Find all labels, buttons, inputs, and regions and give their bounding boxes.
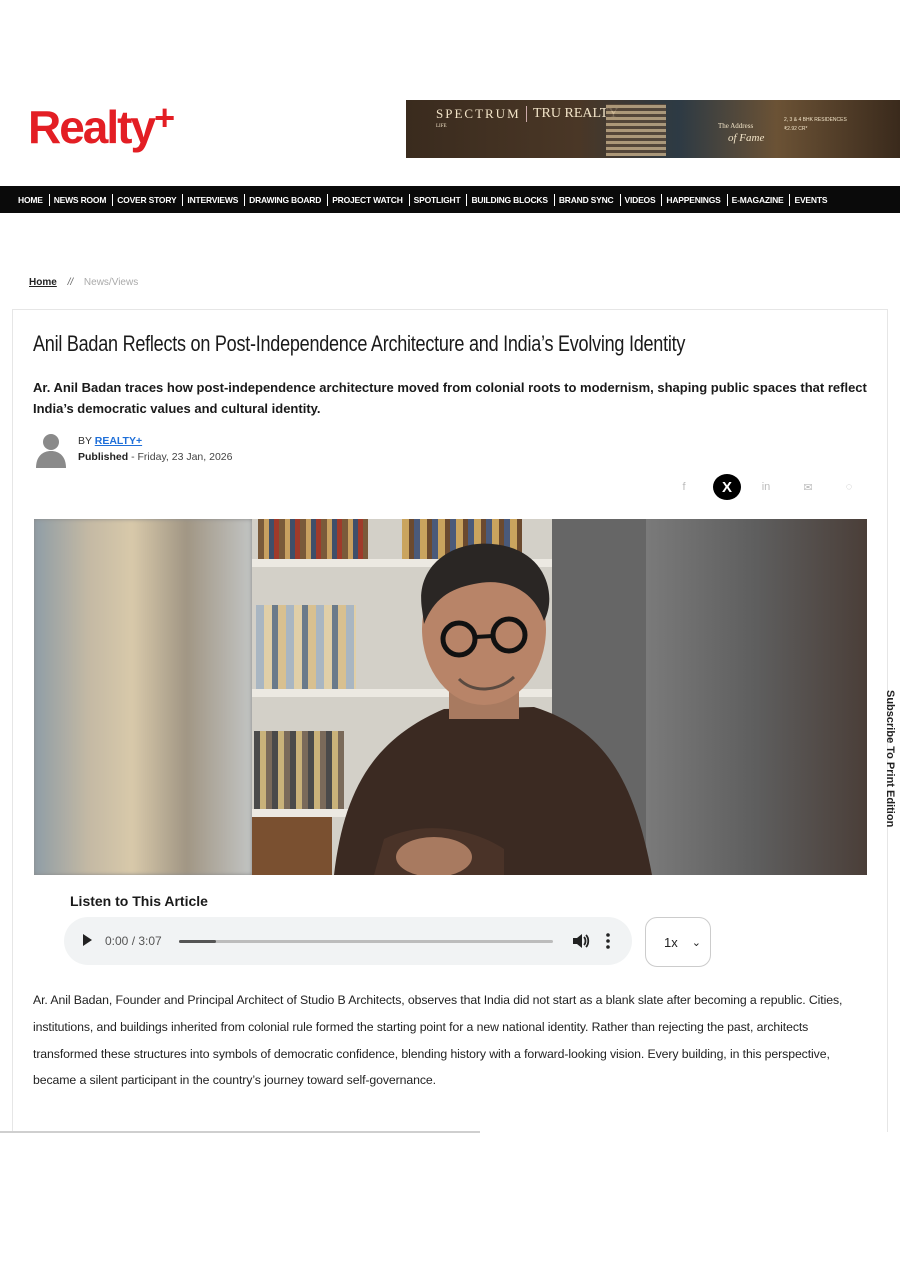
nav-item-news-room[interactable]: NEWS ROOM — [54, 193, 114, 206]
ad-developer: TRU REALTY — [526, 106, 618, 122]
more-options-icon[interactable] — [606, 933, 610, 949]
nav-item-cover-story[interactable]: COVER STORY — [117, 193, 184, 206]
author-avatar-icon — [36, 434, 66, 468]
audio-time: 0:00 / 3:07 — [105, 934, 162, 948]
byline: BY REALTY+ — [78, 435, 143, 447]
nav-item-interviews[interactable]: INTERVIEWS — [187, 193, 246, 206]
portrait-figure — [334, 543, 652, 875]
audio-progress-fill — [179, 940, 217, 943]
article-hero-image — [34, 519, 867, 875]
nav-item-events[interactable]: EVENTS — [794, 194, 833, 206]
whatsapp-icon[interactable]: ◌ — [842, 474, 856, 500]
divider — [0, 1131, 480, 1133]
nav-item-videos[interactable]: VIDEOS — [625, 193, 663, 206]
nav-item-home[interactable]: HOME — [18, 193, 50, 206]
ad-brand: SPECTRUM LIFE — [436, 106, 521, 129]
breadcrumb-home[interactable]: Home — [29, 277, 57, 288]
audio-player: 0:00 / 3:07 — [64, 917, 632, 965]
x-twitter-icon[interactable]: X — [713, 474, 741, 500]
realty-plus-logo[interactable]: Realty + — [28, 100, 175, 153]
nav-item-project-watch[interactable]: PROJECT WATCH — [332, 193, 410, 206]
nav-item-building-blocks[interactable]: BUILDING BLOCKS — [471, 193, 555, 206]
nav-item-e-magazine[interactable]: E-MAGAZINE — [732, 193, 791, 206]
chevron-down-icon: ⌄ — [691, 937, 701, 949]
audio-progress-track[interactable] — [179, 940, 553, 943]
email-icon[interactable]: ✉ — [800, 474, 816, 500]
subscribe-print-tab[interactable]: Subscribe To Print Edition — [882, 690, 900, 890]
article-title: Anil Badan Reflects on Post-Independence… — [33, 331, 686, 356]
article-subtitle: Ar. Anil Badan traces how post-independe… — [33, 380, 867, 416]
breadcrumb-current[interactable]: News/Views — [84, 277, 138, 288]
volume-icon[interactable] — [570, 931, 590, 951]
nav-item-drawing-board[interactable]: DRAWING BOARD — [249, 193, 329, 206]
logo-text: Realty — [28, 101, 156, 153]
breadcrumb: Home // News/Views — [29, 277, 138, 288]
playback-speed-select[interactable]: 1x ⌄ — [645, 917, 711, 967]
ad-building-image — [606, 104, 666, 156]
facebook-icon[interactable]: f — [677, 474, 691, 500]
main-nav: HOME NEWS ROOM COVER STORY INTERVIEWS DRAWIN… — [0, 186, 900, 213]
play-icon[interactable] — [83, 934, 92, 946]
ad-residences: 2, 3 & 4 BHK RESIDENCES ₹2.92 CR* — [784, 117, 847, 132]
ad-banner[interactable]: SPECTRUM LIFE TRU REALTY The Address of … — [406, 100, 900, 158]
ad-tagline-1: The Address — [718, 122, 754, 130]
nav-item-happenings[interactable]: HAPPENINGS — [666, 193, 728, 206]
nav-item-brand-sync[interactable]: BRAND SYNC — [559, 193, 621, 206]
nav-item-spotlight[interactable]: SPOTLIGHT — [414, 193, 468, 206]
listen-heading: Listen to This Article — [70, 893, 208, 909]
published-date: Published - Friday, 23 Jan, 2026 — [78, 451, 233, 463]
breadcrumb-separator: // — [67, 277, 74, 288]
linkedin-icon[interactable]: in — [757, 474, 775, 500]
logo-plus: + — [154, 97, 176, 138]
article-body: Ar. Anil Badan, Founder and Principal Ar… — [33, 993, 843, 1088]
author-link[interactable]: REALTY+ — [95, 435, 142, 447]
ad-tagline-2: of Fame — [728, 132, 765, 144]
